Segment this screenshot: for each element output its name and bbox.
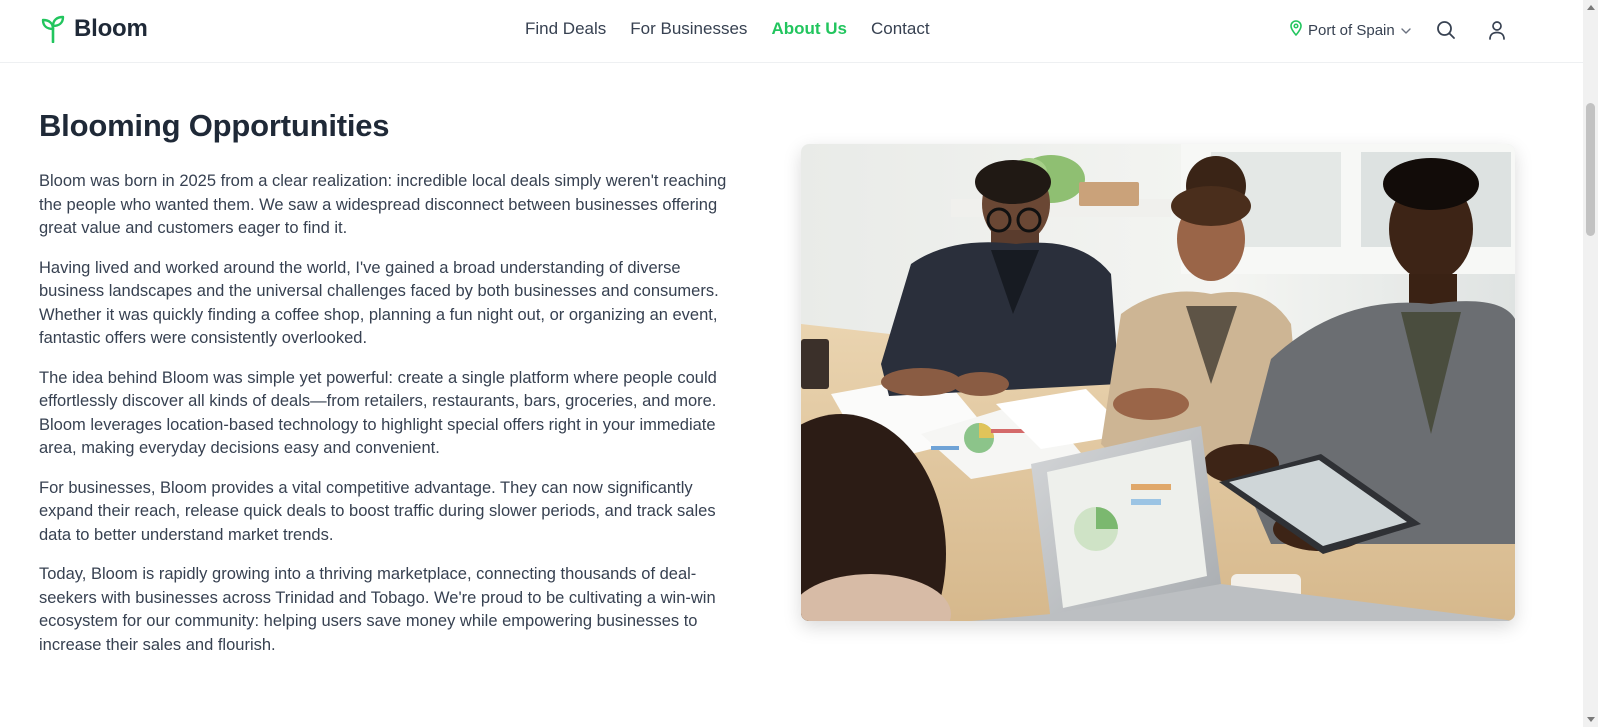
main-nav: Find Deals For Businesses About Us Conta… bbox=[525, 19, 930, 39]
chevron-down-icon bbox=[1400, 22, 1412, 39]
paragraph: Today, Bloom is rapidly growing into a t… bbox=[39, 565, 716, 654]
paragraph: The idea behind Bloom was simple yet pow… bbox=[39, 368, 717, 458]
site-header: Bloom Find Deals For Businesses About Us… bbox=[0, 0, 1583, 63]
scrollbar-thumb[interactable] bbox=[1586, 103, 1595, 236]
vertical-scrollbar[interactable] bbox=[1583, 0, 1598, 727]
nav-contact[interactable]: Contact bbox=[871, 19, 930, 39]
team-meeting-photo bbox=[801, 144, 1515, 621]
page: Bloom Find Deals For Businesses About Us… bbox=[0, 0, 1583, 727]
brand-name: Bloom bbox=[74, 15, 148, 42]
nav-find-deals[interactable]: Find Deals bbox=[525, 19, 606, 39]
sprout-icon bbox=[40, 15, 66, 43]
about-text: Bloom was born in 2025 from a clear real… bbox=[39, 170, 749, 673]
user-icon[interactable] bbox=[1485, 18, 1509, 42]
location-selector[interactable]: Port of Spain bbox=[1289, 20, 1412, 40]
search-icon[interactable] bbox=[1434, 18, 1458, 42]
map-pin-icon bbox=[1289, 20, 1303, 40]
page-title: Blooming Opportunities bbox=[39, 108, 390, 143]
location-label: Port of Spain bbox=[1308, 21, 1395, 39]
nav-about-us[interactable]: About Us bbox=[771, 19, 847, 39]
paragraph: For businesses, Bloom provides a vital c… bbox=[39, 478, 716, 544]
paragraph: Having lived and worked around the world… bbox=[39, 258, 719, 348]
paragraph: Bloom was born in 2025 from a clear real… bbox=[39, 172, 727, 237]
nav-for-businesses[interactable]: For Businesses bbox=[630, 19, 747, 39]
brand-logo[interactable]: Bloom bbox=[40, 15, 148, 43]
scroll-down-arrow-icon[interactable] bbox=[1587, 717, 1595, 722]
scroll-up-arrow-icon[interactable] bbox=[1587, 5, 1595, 10]
